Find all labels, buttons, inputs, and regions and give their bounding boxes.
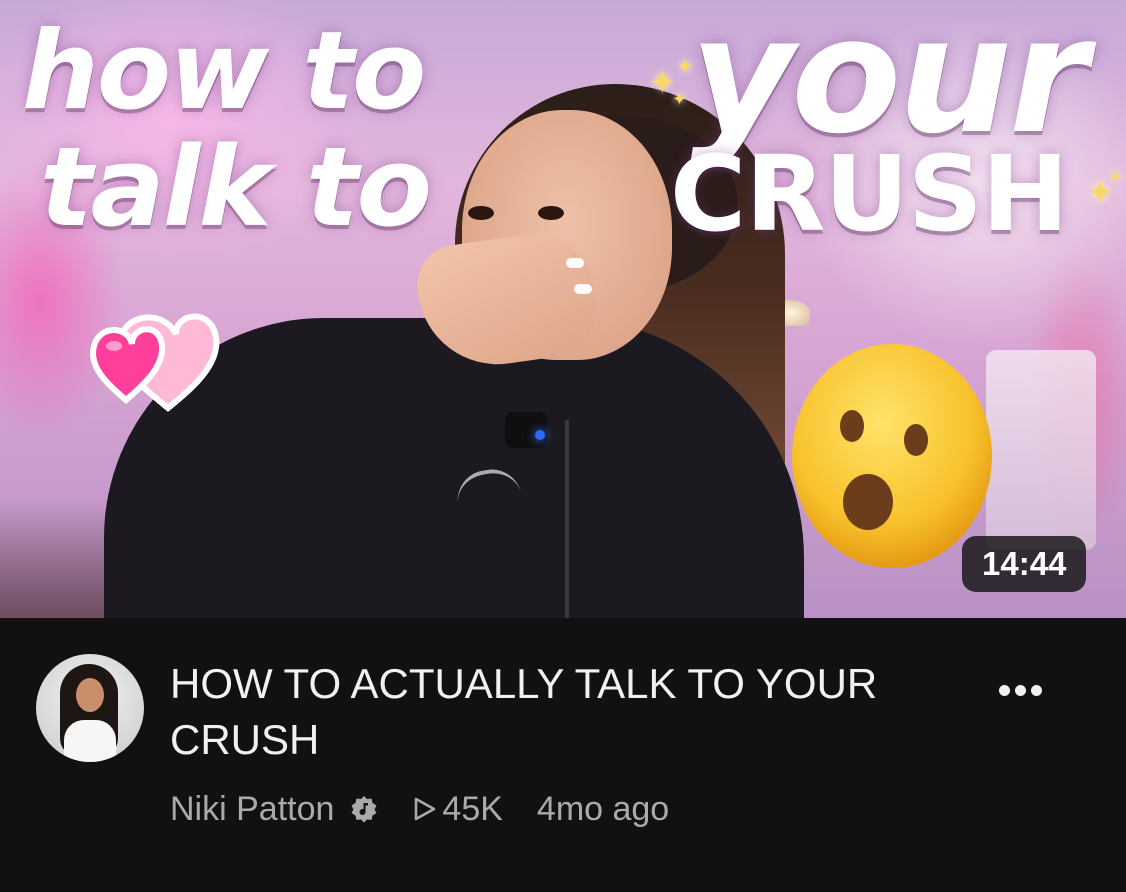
sparkles-icon: ✦	[1108, 167, 1124, 187]
overlay-text-talk-to: talk to	[40, 123, 432, 251]
fingernail	[574, 284, 592, 294]
eye-left	[468, 206, 494, 220]
hoodie-zip	[565, 420, 569, 618]
views-text: 45K	[442, 789, 503, 828]
overlay-text-crush: CRUSH	[670, 133, 1069, 255]
channel-name[interactable]: Niki Patton	[170, 790, 334, 829]
more-dot	[998, 684, 1010, 696]
overlay-text-how-to: how to	[22, 9, 426, 134]
avatar-body	[64, 720, 116, 762]
mic-led	[535, 430, 545, 440]
more-dot	[1030, 684, 1042, 696]
video-thumbnail[interactable]: how to talk to your CRUSH ✦ ✦ ✦ ✦ ✦ 14:4…	[0, 0, 1126, 618]
play-outline-icon	[415, 797, 436, 821]
video-title[interactable]: HOW TO ACTUALLY TALK TO YOUR CRUSH	[170, 656, 960, 768]
fingernail	[566, 258, 584, 268]
video-meta: Niki Patton 45K 4mo ago	[170, 786, 669, 832]
eye-right	[538, 206, 564, 220]
sparkles-icon: ✦	[672, 89, 688, 109]
channel-avatar[interactable]	[36, 654, 144, 762]
music-note-badge-icon	[351, 796, 377, 823]
two-hearts-icon	[90, 313, 220, 412]
astonished-face-icon	[792, 344, 992, 568]
more-dot	[1014, 684, 1026, 696]
more-options-button[interactable]	[988, 670, 1052, 710]
sparkles-icon: ✦	[676, 54, 695, 79]
upload-age: 4mo ago	[536, 789, 670, 828]
avatar-face	[76, 678, 104, 712]
duration-badge: 14:44	[962, 536, 1087, 592]
view-count: 45K	[412, 790, 503, 829]
